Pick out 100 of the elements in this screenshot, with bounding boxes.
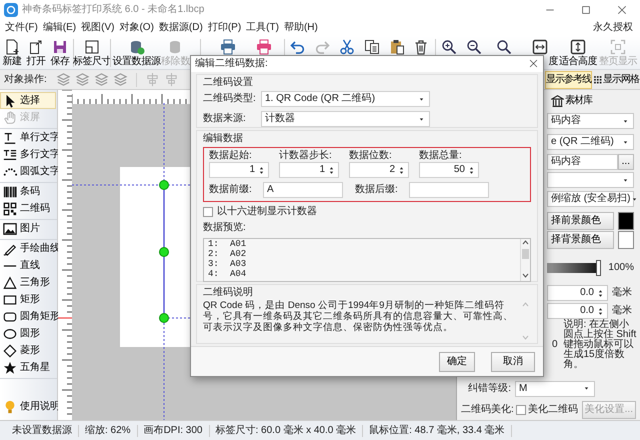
search-icon <box>496 39 512 55</box>
checkbox[interactable] <box>203 207 213 217</box>
database-icon <box>128 39 144 55</box>
zoom-out-icon <box>466 39 482 55</box>
line-number: 2: <box>208 249 220 259</box>
tool-button[interactable]: 条码 <box>0 183 56 200</box>
preview-value: A02 <box>230 249 246 259</box>
star-icon <box>3 360 17 374</box>
field-label: 纠错等级: <box>467 382 511 394</box>
triangle-icon <box>3 276 17 290</box>
frame-icon <box>84 39 100 55</box>
checkbox-label: 以十六进制显示计数器 <box>217 206 317 218</box>
unit-label: 毫米 <box>612 305 633 317</box>
menu-item[interactable]: 视图(V) <box>80 22 116 34</box>
menu-item[interactable]: 编辑(E) <box>42 22 78 34</box>
line-number: 3: <box>208 259 220 269</box>
status-text: 未设置数据源 <box>6 424 79 436</box>
spin-arrows-icon <box>596 288 605 298</box>
fit-page-icon <box>610 39 626 55</box>
color-button[interactable]: 择背景颜色 <box>547 231 614 249</box>
field-label: 数据前缀: <box>209 184 253 196</box>
group-title: 二维码说明 <box>203 287 254 299</box>
slider-value: 100% <box>608 262 634 274</box>
line-number: 4: <box>208 269 220 279</box>
preview-value: A01 <box>230 239 246 249</box>
dialog-button[interactable]: 确定 <box>439 352 475 372</box>
dropdown[interactable]: M <box>515 380 595 396</box>
input-field[interactable]: A <box>263 182 343 198</box>
toolbar-button[interactable]: 设置数据源 <box>112 36 161 70</box>
toolbar-button[interactable]: 适合高度 <box>558 36 598 70</box>
license-menu-item[interactable]: 永久授权 <box>592 22 637 34</box>
number-spinner[interactable]: 0.0 <box>547 285 608 301</box>
toolbar-button[interactable]: 新建 <box>0 36 24 70</box>
window-title: 神奇条码标签打印系统 6.0 - 未命名1.lbcp <box>22 4 204 16</box>
hint-text: 说明: 在左侧小圆点上按住 Shift 键拖动鼠标可以生成15度倍数角。 <box>563 320 638 370</box>
tool-button[interactable]: 二维码 <box>0 200 56 217</box>
rectangle-icon <box>3 292 17 306</box>
toolbar-button[interactable]: 度 <box>522 36 558 70</box>
dropdown[interactable]: e (QR 二维码) <box>547 134 634 150</box>
tab[interactable]: 素材库 <box>547 91 596 111</box>
tool-button[interactable]: 圆形 <box>0 325 56 342</box>
text-field[interactable]: 码内容 <box>547 154 618 170</box>
redo-icon <box>314 39 330 55</box>
scrollbar[interactable] <box>521 301 531 341</box>
dropdown[interactable]: 码内容 <box>547 113 634 129</box>
number-spinner[interactable]: 2 <box>349 162 409 178</box>
menu-item[interactable]: 文件(F) <box>4 22 39 34</box>
menu-item[interactable]: 帮助(H) <box>282 22 319 34</box>
angle-value: 0 <box>552 339 559 351</box>
building-icon <box>551 94 564 108</box>
tool-button[interactable]: 矩形 <box>0 291 56 308</box>
spin-arrows-icon <box>397 166 406 174</box>
number-spinner[interactable]: 50 <box>419 162 479 178</box>
dialog-title: 编辑二维码数据: <box>195 58 268 70</box>
dialog-button[interactable]: 取消 <box>491 352 535 372</box>
maximize-icon[interactable] <box>580 4 592 16</box>
field-label: 数据预览: <box>203 222 247 234</box>
field-label: 数据起始: <box>209 150 253 162</box>
browse-button[interactable]: ... <box>618 154 634 170</box>
status-text: 画布DPI: 300 <box>138 424 210 436</box>
dropdown[interactable]: 例缩放 (安全易扫) <box>547 191 634 207</box>
tool-button[interactable]: 五角星 <box>0 359 56 376</box>
dropdown[interactable]: 1. QR Code (QR 二维码) <box>261 91 430 107</box>
group-title: 编辑数据 <box>203 133 244 145</box>
menu-item[interactable]: 对象(O) <box>118 22 155 34</box>
dropdown[interactable]: 计数器 <box>261 111 430 127</box>
tool-button[interactable]: 三角形 <box>0 274 56 291</box>
menu-item[interactable]: 数据源(D) <box>158 22 204 34</box>
close-icon[interactable] <box>528 58 539 69</box>
status-text: 缩放: 62% <box>79 424 138 436</box>
field-label: 数据总量: <box>419 150 463 162</box>
toolbar-button[interactable]: 保存 <box>48 36 72 70</box>
spin-arrows-icon <box>467 166 476 174</box>
tool-button[interactable]: 菱形 <box>0 342 56 359</box>
description-text: QR Code 码，是由 Denso 公司于1994年9月研制的一种矩阵二维码符号，它具有一维条码及其它二维条码所具有的信息容量大、可靠性高、可表示汉字及图像多种文字信息、保密防伪性强等优点。 <box>203 301 514 335</box>
number-spinner[interactable]: 1 <box>279 162 339 178</box>
number-spinner[interactable]: 1 <box>209 162 269 178</box>
input-field[interactable] <box>409 182 489 198</box>
tool-button[interactable]: 选择 <box>0 92 56 109</box>
toggle-button[interactable]: 显示网格 <box>592 70 640 88</box>
image-icon <box>3 222 17 236</box>
number-spinner[interactable]: 0.0 <box>547 303 608 319</box>
app-icon <box>4 3 18 17</box>
close-icon[interactable] <box>616 4 628 16</box>
tool-button[interactable]: 图片 <box>0 220 56 237</box>
field-label: 二维码类型: <box>203 93 257 105</box>
slider-thumb[interactable] <box>596 260 602 276</box>
scrollbar[interactable] <box>520 239 530 281</box>
tool-button[interactable]: 直线 <box>0 257 56 274</box>
menu-item[interactable]: 工具(T) <box>245 22 280 34</box>
menu-item[interactable]: 打印(P) <box>206 22 242 34</box>
zoom-in-icon <box>441 39 457 55</box>
toggle-button[interactable]: 显示参考线 <box>545 70 592 88</box>
toolbar-button[interactable]: 打开 <box>24 36 48 70</box>
copy-icon <box>364 39 380 55</box>
toolbar-label: 对象操作: <box>3 74 48 86</box>
color-button[interactable]: 择前景颜色 <box>547 212 614 230</box>
lightbulb-icon <box>3 400 17 414</box>
grid-icon <box>593 75 602 84</box>
checkbox-label: 美化二维码 <box>528 404 578 416</box>
